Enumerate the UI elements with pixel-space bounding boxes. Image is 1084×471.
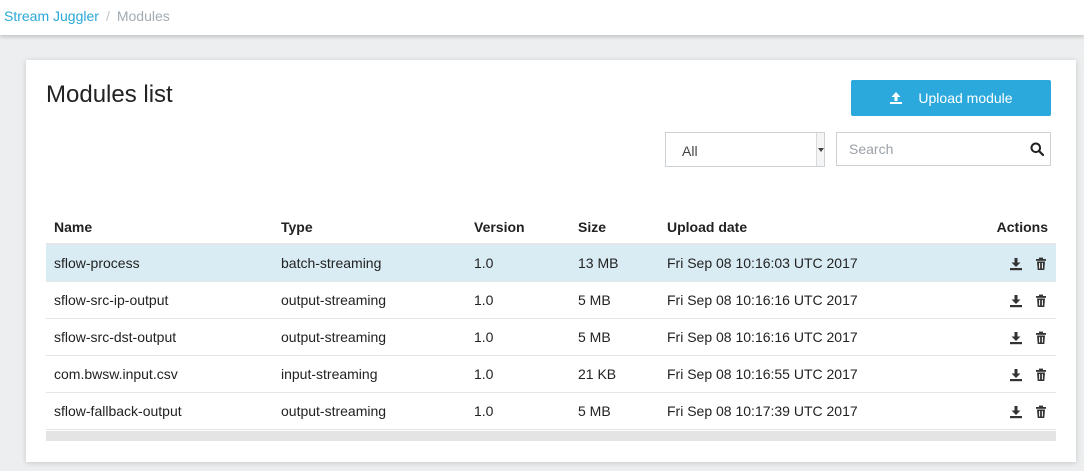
module-type: batch-streaming: [273, 244, 466, 282]
module-size: 13 MB: [570, 244, 659, 282]
module-upload-date: Fri Sep 08 10:16:16 UTC 2017: [659, 318, 919, 356]
table-row[interactable]: sflow-src-ip-output output-streaming 1.0…: [46, 281, 1056, 319]
search-icon[interactable]: [1030, 142, 1045, 157]
module-name: sflow-src-dst-output: [46, 318, 273, 356]
module-version: 1.0: [466, 355, 570, 393]
header-size: Size: [570, 210, 659, 245]
module-type: output-streaming: [273, 392, 466, 430]
trash-icon[interactable]: [1034, 294, 1048, 308]
download-icon[interactable]: [1009, 405, 1023, 419]
module-name: sflow-process: [46, 244, 273, 282]
module-type: output-streaming: [273, 281, 466, 319]
module-size: 21 KB: [570, 355, 659, 393]
module-size: 5 MB: [570, 392, 659, 430]
download-icon[interactable]: [1009, 331, 1023, 345]
top-bar: Stream Juggler / Modules: [0, 0, 1084, 35]
module-version: 1.0: [466, 318, 570, 356]
trash-icon[interactable]: [1034, 331, 1048, 345]
module-size: 5 MB: [570, 318, 659, 356]
module-upload-date: Fri Sep 08 10:16:55 UTC 2017: [659, 355, 919, 393]
download-icon[interactable]: [1009, 368, 1023, 382]
row-actions: [919, 281, 1056, 319]
module-name: sflow-fallback-output: [46, 392, 273, 430]
module-name: sflow-src-ip-output: [46, 281, 273, 319]
upload-icon: [889, 91, 903, 105]
breadcrumb-current: Modules: [116, 8, 170, 24]
download-icon[interactable]: [1009, 294, 1023, 308]
download-icon[interactable]: [1009, 257, 1023, 271]
trash-icon[interactable]: [1034, 257, 1048, 271]
module-type: output-streaming: [273, 318, 466, 356]
upload-module-button[interactable]: Upload module: [851, 80, 1051, 116]
table-row[interactable]: com.bwsw.input.csv input-streaming 1.0 2…: [46, 355, 1056, 393]
row-actions: [919, 318, 1056, 356]
module-upload-date: Fri Sep 08 10:16:03 UTC 2017: [659, 244, 919, 282]
search-input[interactable]: [837, 133, 1022, 165]
table-row[interactable]: sflow-process batch-streaming 1.0 13 MB …: [46, 244, 1056, 282]
row-actions: [919, 392, 1056, 430]
breadcrumb: Stream Juggler / Modules: [4, 8, 170, 24]
select-arrow: [816, 133, 824, 166]
module-name: com.bwsw.input.csv: [46, 355, 273, 393]
row-actions: [919, 244, 1056, 282]
module-version: 1.0: [466, 392, 570, 430]
module-type: input-streaming: [273, 355, 466, 393]
modules-card: Modules list Upload module All Search Na…: [26, 60, 1076, 462]
table-row[interactable]: sflow-src-dst-output output-streaming 1.…: [46, 318, 1056, 356]
type-filter-select[interactable]: All: [665, 132, 825, 167]
page-title: Modules list: [46, 81, 173, 108]
trash-icon[interactable]: [1034, 368, 1048, 382]
header-type: Type: [273, 210, 466, 245]
chevron-down-icon: [818, 148, 824, 152]
table-header-row: Name Type Version Size Upload date Actio…: [46, 210, 1056, 245]
header-name: Name: [46, 210, 273, 245]
table-row[interactable]: sflow-fallback-output output-streaming 1…: [46, 392, 1056, 430]
row-actions: [919, 355, 1056, 393]
breadcrumb-separator: /: [105, 8, 110, 24]
search-box: [836, 132, 1051, 166]
type-filter-value: All: [682, 143, 698, 159]
trash-icon[interactable]: [1034, 405, 1048, 419]
module-version: 1.0: [466, 281, 570, 319]
modules-table: Name Type Version Size Upload date Actio…: [46, 210, 1056, 430]
header-version: Version: [466, 210, 570, 245]
header-upload-date: Upload date: [659, 210, 919, 245]
module-version: 1.0: [466, 244, 570, 282]
module-upload-date: Fri Sep 08 10:17:39 UTC 2017: [659, 392, 919, 430]
upload-module-label: Upload module: [918, 90, 1013, 106]
breadcrumb-home-link[interactable]: Stream Juggler: [4, 8, 99, 24]
module-size: 5 MB: [570, 281, 659, 319]
module-upload-date: Fri Sep 08 10:16:16 UTC 2017: [659, 281, 919, 319]
horizontal-scrollbar[interactable]: [46, 431, 1056, 441]
header-actions: Actions: [919, 210, 1056, 245]
